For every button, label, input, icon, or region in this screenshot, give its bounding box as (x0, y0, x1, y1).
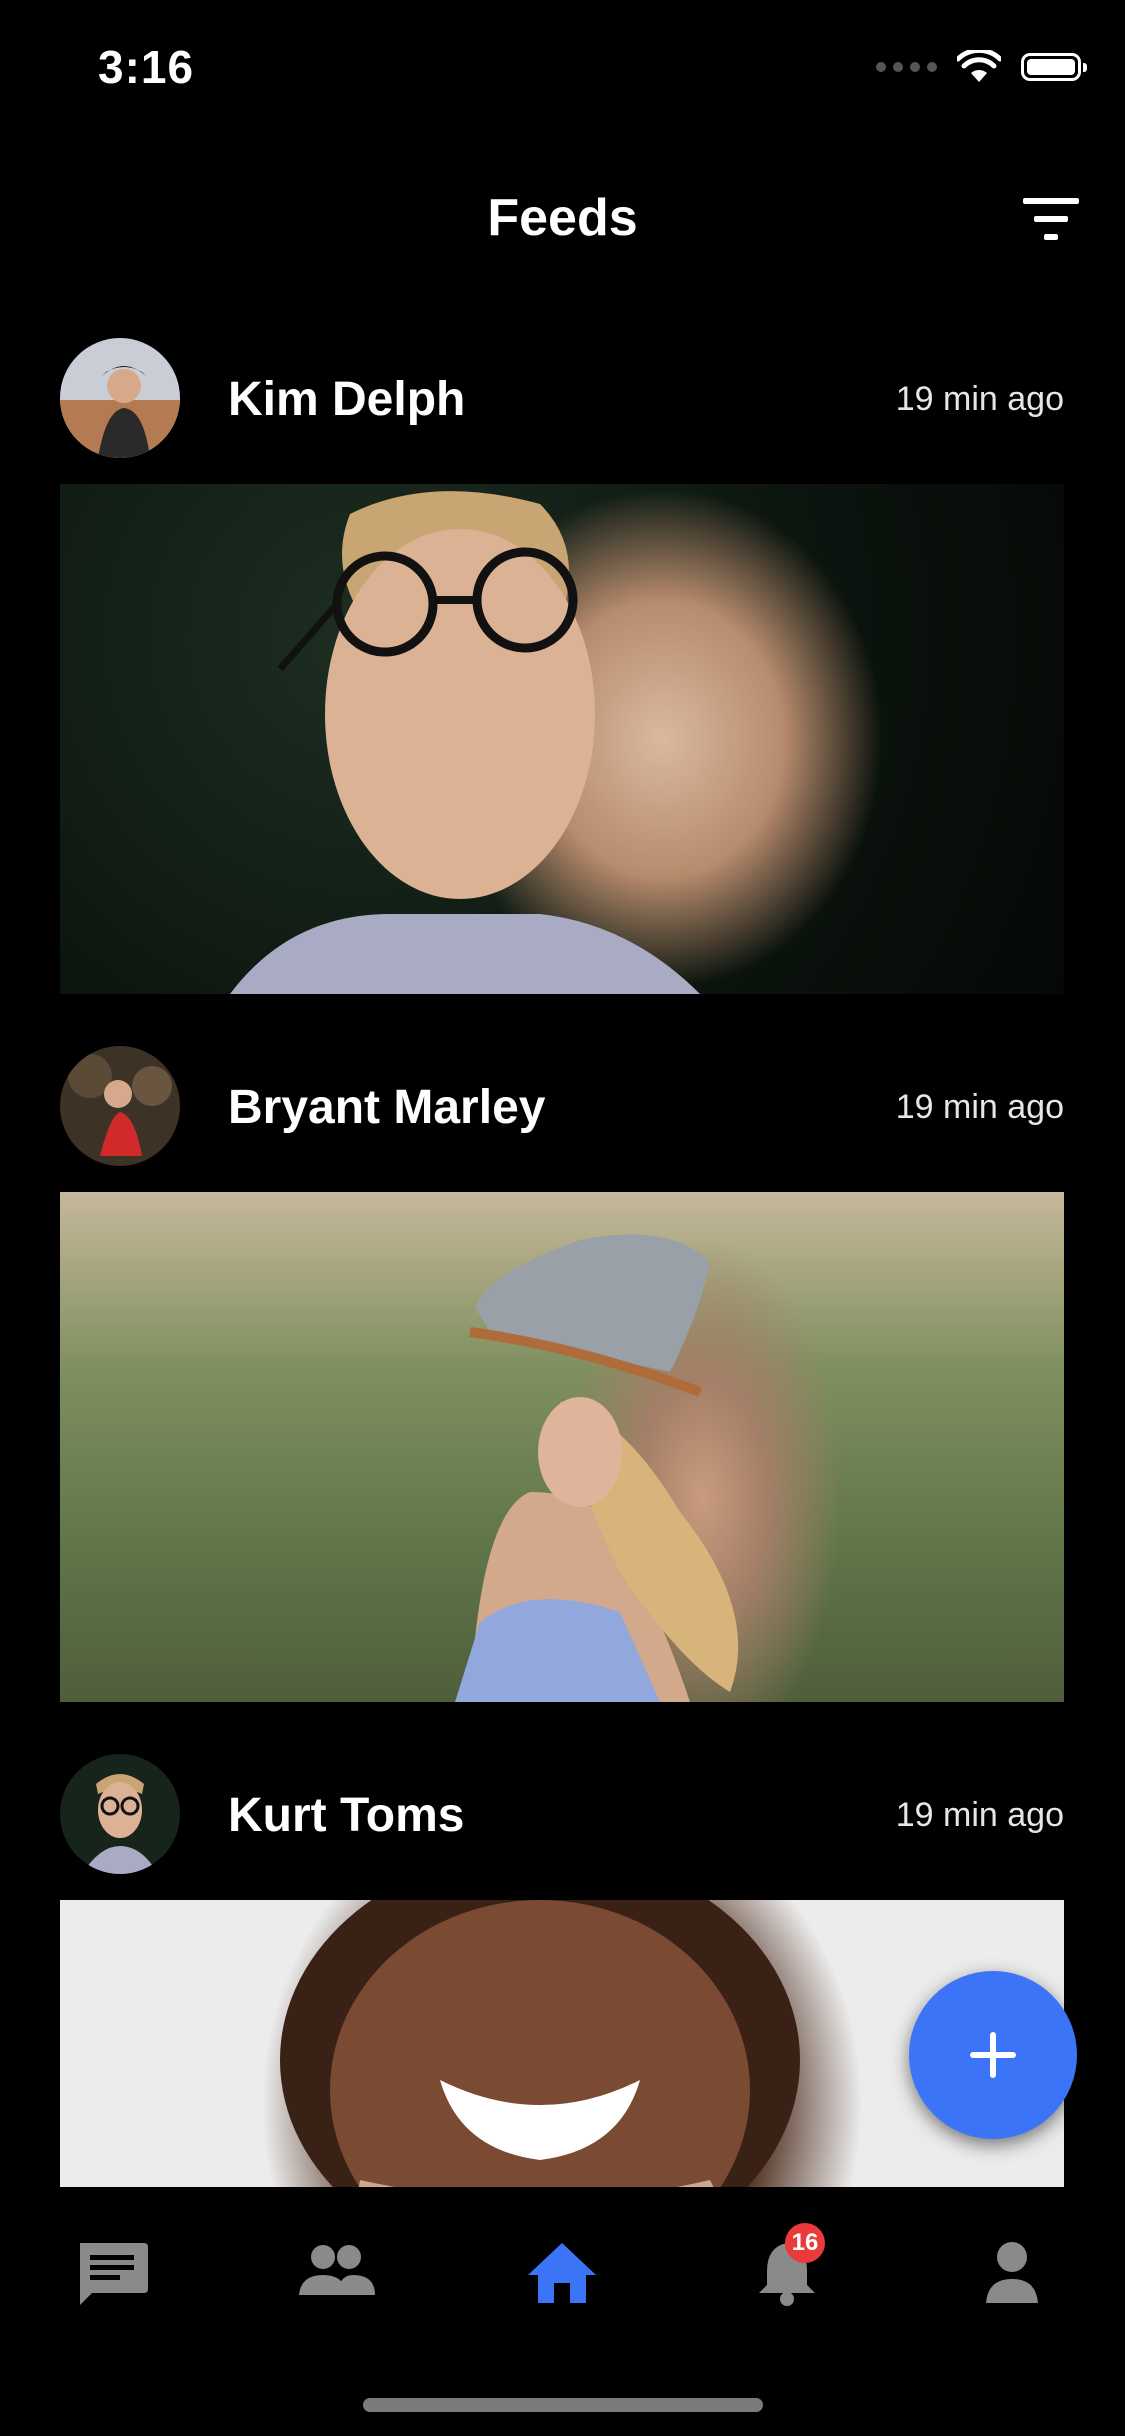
chat-icon (80, 2243, 148, 2305)
navigation-bar: Feeds (0, 170, 1125, 270)
status-time: 3:16 (98, 41, 195, 93)
status-bar: 3:16 (0, 0, 1125, 132)
plus-icon (970, 2032, 1016, 2078)
post-timestamp: 19 min ago (895, 380, 1064, 418)
add-post-button[interactable] (909, 1971, 1077, 2139)
tab-notifications[interactable]: 16 (747, 2223, 827, 2307)
wifi-icon (957, 50, 1001, 82)
home-indicator (363, 2398, 763, 2412)
feed-post: Bryant Marley 19 min ago (0, 1038, 1125, 1746)
post-header: Kim Delph 19 min ago (60, 338, 1064, 458)
filter-button[interactable] (1021, 194, 1081, 244)
post-header: Bryant Marley 19 min ago (60, 1046, 1064, 1166)
post-image[interactable] (60, 1192, 1064, 1702)
page-title: Feeds (487, 189, 638, 247)
post-image[interactable] (60, 484, 1064, 994)
tab-home[interactable] (522, 2237, 602, 2307)
notification-badge: 16 (785, 2223, 825, 2263)
tab-messages[interactable] (72, 2237, 152, 2307)
post-author[interactable]: Bryant Marley (228, 1080, 545, 1135)
post-header: Kurt Toms 19 min ago (60, 1754, 1064, 1874)
tab-profile[interactable] (972, 2237, 1052, 2307)
avatar[interactable] (60, 1754, 180, 1874)
people-icon (299, 2245, 375, 2295)
avatar[interactable] (60, 1046, 180, 1166)
filter-icon (1023, 198, 1079, 240)
tab-bar: 16 (0, 2187, 1125, 2357)
status-icons (876, 50, 1087, 84)
post-timestamp: 19 min ago (895, 1796, 1064, 1834)
post-author[interactable]: Kurt Toms (228, 1788, 464, 1843)
post-timestamp: 19 min ago (895, 1088, 1064, 1126)
home-icon (528, 2243, 596, 2303)
avatar[interactable] (60, 338, 180, 458)
tab-people[interactable] (297, 2237, 377, 2307)
person-icon (986, 2242, 1038, 2303)
cellular-signal-icon (876, 62, 937, 72)
battery-icon (1021, 53, 1087, 81)
feed-post: Kim Delph 19 min ago (0, 330, 1125, 1038)
feed-list[interactable]: Kim Delph 19 min ago Bryant Marley 19 mi… (0, 330, 1125, 2187)
post-author[interactable]: Kim Delph (228, 372, 465, 427)
